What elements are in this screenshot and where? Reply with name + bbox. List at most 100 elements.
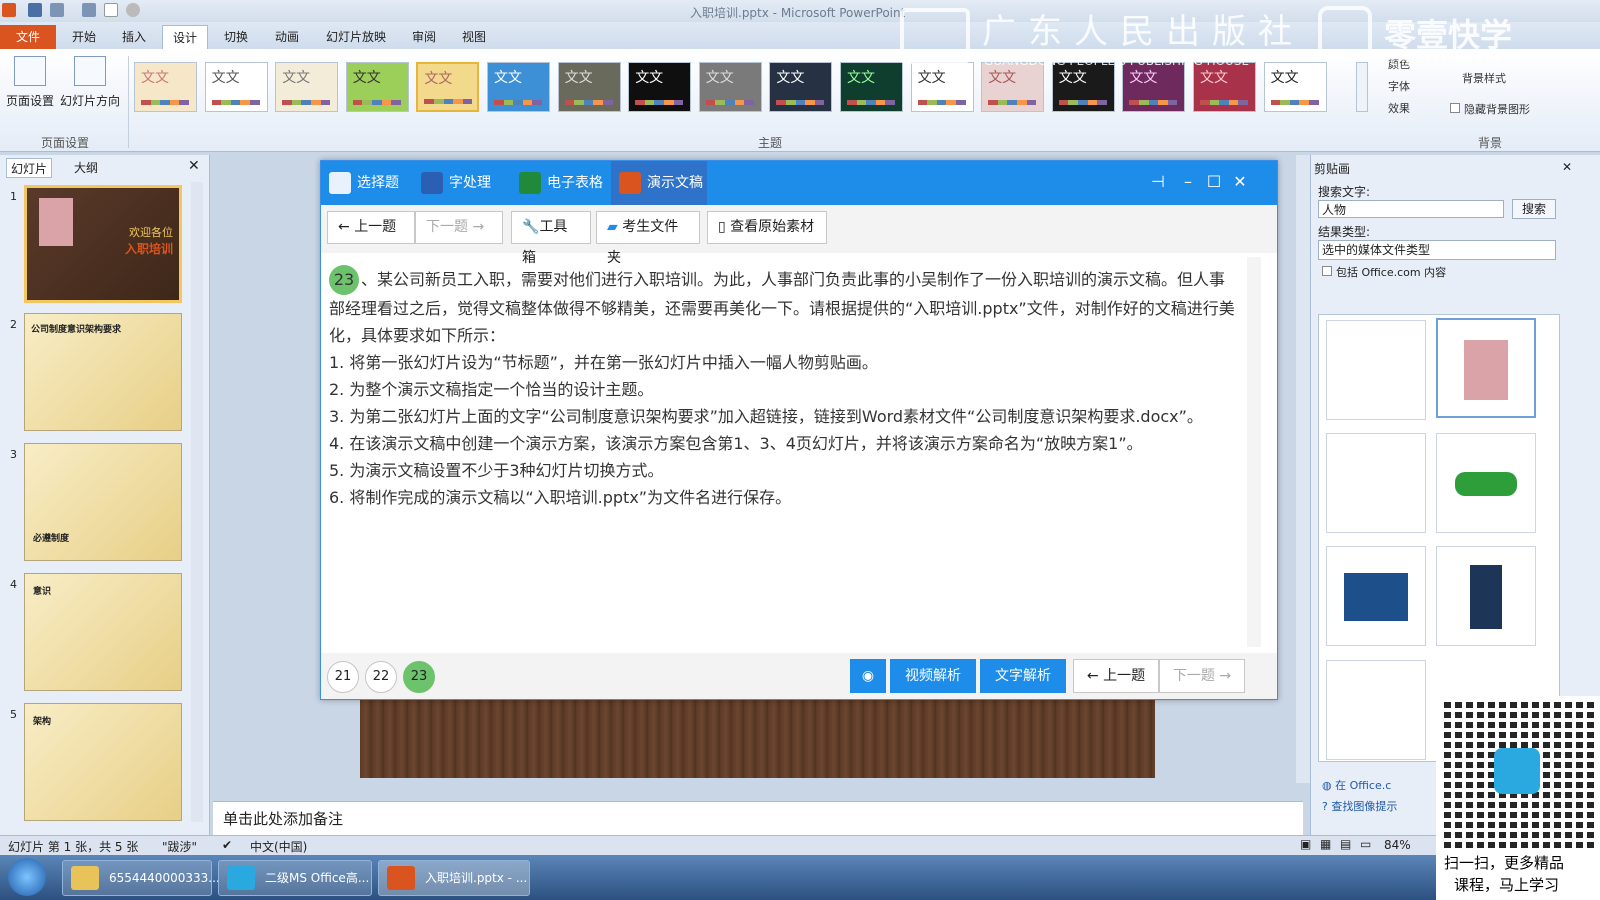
theme-thumbnail[interactable]: 文文 — [1263, 62, 1327, 112]
taskbar-item-folder[interactable]: 6554440000333... — [62, 860, 220, 896]
theme-thumbnail[interactable]: 文文 — [275, 62, 339, 112]
taskbar-item-powerpoint[interactable]: 入职培训.pptx - ... — [378, 860, 530, 896]
zoom-level[interactable]: 84% — [1384, 838, 1411, 852]
theme-thumbnail[interactable]: 文文 — [1122, 62, 1186, 112]
tab-review[interactable]: 审阅 — [402, 25, 446, 49]
tab-design[interactable]: 设计 — [162, 25, 208, 49]
bottom-prev-button[interactable]: ← 上一题 — [1073, 659, 1159, 693]
close-panel-icon[interactable]: ✕ — [188, 158, 200, 174]
toolbox-button[interactable]: 🔧工具箱 — [511, 211, 591, 266]
theme-thumbnail[interactable]: 文文 — [769, 62, 833, 112]
tab-powerpoint[interactable]: 演示文稿 — [611, 161, 707, 205]
slide-thumb-5[interactable]: 架构 — [24, 703, 182, 821]
view-material-button[interactable]: ▯ 查看原始素材 — [707, 211, 827, 244]
theme-gallery-scroll[interactable] — [1356, 62, 1368, 112]
theme-thumbnail[interactable]: 文文 — [416, 62, 480, 112]
clipart-item[interactable] — [1326, 660, 1426, 760]
tab-insert[interactable]: 插入 — [112, 25, 156, 49]
undo-icon[interactable] — [50, 3, 64, 17]
close-clipart-icon[interactable]: ✕ — [1562, 160, 1572, 174]
tab-slideshow[interactable]: 幻灯片放映 — [318, 25, 394, 49]
tab-transitions[interactable]: 切换 — [214, 25, 258, 49]
exam-dialog: 选择题 字处理 电子表格 演示文稿 ⊣ – ☐ ✕ ← 上一题 下一题 → 🔧工… — [320, 160, 1278, 700]
start-button-icon[interactable] — [8, 858, 46, 896]
tab-file[interactable]: 文件 — [0, 25, 56, 49]
theme-thumbnail[interactable]: 文文 — [910, 62, 974, 112]
redo-icon[interactable] — [82, 3, 96, 17]
clipart-item[interactable] — [1326, 320, 1426, 420]
page-button-21[interactable]: 21 — [327, 661, 359, 693]
slide-thumb-4[interactable]: 意识 — [24, 573, 182, 691]
slide-thumb-3[interactable]: 必遵制度 — [24, 443, 182, 561]
clipart-item[interactable] — [1436, 433, 1536, 533]
page-button-23[interactable]: 23 — [403, 661, 435, 693]
theme-thumbnail[interactable]: 文文 — [134, 62, 197, 112]
slide-3-title: 必遵制度 — [33, 534, 70, 544]
tab-view[interactable]: 视图 — [452, 25, 496, 49]
current-slide-canvas[interactable] — [360, 690, 1155, 778]
hide-background-checkbox[interactable]: 隐藏背景图形 — [1450, 101, 1530, 117]
search-input[interactable]: 人物 — [1318, 200, 1504, 218]
theme-effects-button[interactable]: 效果 — [1388, 100, 1410, 116]
text-analysis-button[interactable]: 文字解析 — [980, 659, 1066, 693]
search-button[interactable]: 搜索 — [1512, 199, 1556, 219]
slideshow-view-icon[interactable]: ▭ — [1360, 837, 1371, 851]
editor-scrollbar[interactable] — [1296, 155, 1310, 783]
minimize-icon[interactable]: – — [1177, 171, 1199, 193]
pin-icon[interactable]: ⊣ — [1147, 171, 1169, 193]
sorter-view-icon[interactable]: ▦ — [1320, 837, 1331, 851]
circle-icon[interactable] — [126, 3, 140, 17]
tab-home[interactable]: 开始 — [62, 25, 106, 49]
theme-thumbnail[interactable]: 文文 — [204, 62, 268, 112]
clipart-item[interactable] — [1326, 546, 1426, 646]
normal-view-icon[interactable]: ▣ — [1300, 837, 1311, 851]
theme-thumbnail[interactable]: 文文 — [345, 62, 409, 112]
theme-thumbnail[interactable]: 文文 — [628, 62, 692, 112]
tab-word[interactable]: 字处理 — [413, 161, 509, 205]
clipart-item-selected[interactable] — [1436, 318, 1536, 418]
image-tips-link[interactable]: ? 查找图像提示 — [1322, 798, 1397, 814]
result-type-select[interactable]: 选中的媒体文件类型 — [1318, 240, 1556, 260]
include-office-checkbox[interactable]: 包括 Office.com 内容 — [1322, 264, 1446, 280]
theme-thumbnail[interactable]: 文文 — [840, 62, 903, 112]
theme-thumbnail[interactable]: 文文 — [981, 62, 1045, 112]
tab-outline[interactable]: 大纲 — [66, 158, 106, 178]
tab-excel[interactable]: 电子表格 — [511, 161, 609, 205]
prev-question-button[interactable]: ← 上一题 — [327, 211, 415, 244]
tab-animations[interactable]: 动画 — [264, 25, 310, 49]
slide-orientation-button[interactable]: 幻灯片方向 — [58, 56, 122, 109]
tab-slides[interactable]: 幻灯片 — [6, 158, 52, 178]
page-setup-button[interactable]: 页面设置 — [4, 56, 56, 109]
theme-thumbnail[interactable]: 文文 — [1051, 62, 1115, 112]
include-office-label: 包括 Office.com 内容 — [1336, 266, 1447, 279]
reading-view-icon[interactable]: ▤ — [1340, 837, 1351, 851]
theme-thumbnail[interactable]: 文文 — [698, 62, 762, 112]
theme-thumbnail[interactable]: 文文 — [557, 62, 621, 112]
exam-folder-button[interactable]: ▰ 考生文件夹 — [596, 211, 700, 266]
new-icon[interactable] — [104, 3, 118, 17]
page-button-22[interactable]: 22 — [365, 661, 397, 693]
question-scrollbar[interactable] — [1247, 257, 1261, 647]
spellcheck-icon[interactable]: ✔ — [222, 838, 232, 852]
theme-thumbnail[interactable]: 文文 — [1193, 62, 1256, 112]
tab-choice[interactable]: 选择题 — [321, 161, 411, 205]
maximize-icon[interactable]: ☐ — [1203, 171, 1225, 193]
office-link[interactable]: ◍ 在 Office.c — [1322, 777, 1391, 793]
theme-color-bars — [847, 100, 895, 105]
save-icon[interactable] — [28, 3, 42, 17]
slides-scrollbar[interactable] — [191, 182, 203, 822]
video-analysis-button[interactable]: 视频解析 — [890, 659, 976, 693]
next-question-button[interactable]: 下一题 → — [415, 211, 503, 244]
background-styles-button[interactable]: 背景样式 — [1462, 70, 1506, 86]
theme-fonts-button[interactable]: 字体 — [1388, 78, 1410, 94]
close-icon[interactable]: ✕ — [1229, 171, 1251, 193]
clipart-item[interactable] — [1436, 546, 1536, 646]
clipart-item[interactable] — [1326, 433, 1426, 533]
notes-pane[interactable]: 单击此处添加备注 — [213, 801, 1303, 835]
slide-thumb-2[interactable]: 公司制度意识架构要求 — [24, 313, 182, 431]
taskbar-item-exam[interactable]: 二级MS Office高... — [218, 860, 372, 896]
slide-thumb-1[interactable]: 欢迎各位 入职培训 — [24, 185, 182, 303]
bottom-next-button[interactable]: 下一题 → — [1159, 659, 1245, 693]
wechat-icon[interactable]: ◉ — [850, 659, 886, 693]
theme-thumbnail[interactable]: 文文 — [487, 62, 550, 112]
